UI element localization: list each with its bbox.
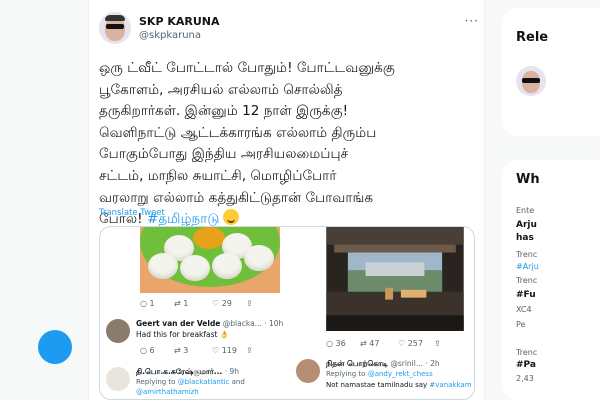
trend-headline[interactable]: Arju [516, 220, 537, 230]
reply-name-line: தி.பொ.க.சுரேஷ்குமார்... · 9h [136, 367, 239, 377]
retweet-icon[interactable]: ⇄ 1 [174, 299, 212, 308]
reply-text: Had this for breakfast 👌 [136, 330, 230, 339]
tweet-line: ஒரு ட்வீட் போட்டால் போதும்! போட்டவனுக்கு [99, 60, 395, 76]
reply-author-name: தி.பொ.க.சுரேஷ்குமார்... [136, 367, 223, 376]
avatar-hair [105, 15, 125, 21]
grinning-face-emoji-icon [223, 209, 240, 226]
tweet-line: பூகோளம், அரசியல் எல்லாம் சொல்லித் [99, 81, 343, 98]
tweet-line: சட்டம், மாநில சுயாட்சி, மொழிப்போர் [99, 167, 337, 184]
trend-count: 2,43 [516, 374, 534, 383]
trend-title[interactable]: #Fu [516, 290, 536, 300]
reply-avatar [296, 359, 320, 383]
reply-time: · 2h [425, 359, 440, 368]
avatar-sunglasses [106, 24, 124, 29]
author-display-name[interactable]: SKP KARUNA [139, 15, 220, 28]
reply-action-bar: ○ 6 ⇄ 3 ♡ 119 ⇪ [140, 346, 253, 355]
share-icon[interactable]: ⇪ [434, 339, 441, 348]
trend-subtitle: Pe [516, 320, 526, 329]
like-icon[interactable]: ♡ 257 [398, 339, 434, 348]
more-options-icon[interactable]: ··· [465, 14, 479, 28]
and-label: and [229, 378, 245, 386]
trend-category: Ente [516, 206, 535, 215]
trend-category: Trenc [516, 276, 538, 285]
idli [180, 255, 210, 281]
trend-subtitle: XC4 [516, 305, 532, 314]
relevant-people-card: Rele [502, 8, 600, 136]
reply-icon[interactable]: ○ 6 [140, 346, 174, 355]
mention-link[interactable]: @andy_rekt_chess [368, 370, 433, 378]
reply-author-handle: @srinil... [390, 359, 423, 368]
author-handle[interactable]: @skpkaruna [139, 30, 201, 41]
timeline-column: SKP KARUNA @skpkaruna ··· ஒரு ட்வீட் போட… [88, 0, 485, 400]
retweet-icon[interactable]: ⇄ 3 [174, 346, 212, 355]
tweet-line: வரலாறு எல்லாம் கத்துகிட்டுதான் போவாங்க [99, 189, 374, 206]
reply-avatar [106, 319, 130, 343]
trend-headline-cont[interactable]: has [516, 233, 534, 243]
trend-category: Trenc [516, 348, 538, 357]
hall-photo [326, 227, 464, 331]
vanakkam-hashtag-link[interactable]: #vanakkam [429, 381, 471, 389]
reply-time: · 10h [264, 319, 284, 328]
like-icon[interactable]: ♡ 119 [212, 346, 246, 355]
reply-icon[interactable]: ○ 1 [140, 299, 174, 308]
whats-happening-card: Wh Ente Arju has Trenc #Arju Trenc #Fu X… [502, 160, 600, 400]
reply-body: Not namastae tamilnadu say [326, 381, 430, 389]
whats-happening-title: Wh [516, 172, 540, 187]
trend-title[interactable]: #Pa [516, 360, 536, 370]
trend-hashtag-link[interactable]: #Arju [516, 262, 539, 271]
relevant-person-avatar[interactable] [516, 66, 546, 96]
reply-author-name: நிதன் பொற்கொடி [326, 359, 388, 368]
reply-name-line: Geert van der Velde @blacka... · 10h [136, 319, 283, 328]
reply-avatar [106, 367, 130, 391]
reply-author-handle: @blacka... [222, 319, 262, 328]
reply-replying-to: Replying to @andy_rekt_chess [326, 370, 433, 378]
reply-icon[interactable]: ○ 36 [326, 339, 360, 348]
tweet-media[interactable]: ○ 1 ⇄ 1 ♡ 29 ⇪ Geert van der Velde @blac… [99, 226, 475, 400]
chutney [193, 227, 225, 249]
media-screenshot-right[interactable]: ○ 36 ⇄ 47 ♡ 257 ⇪ நிதன் பொற்கொடி @srinil… [290, 227, 474, 399]
media-screenshot-left[interactable]: ○ 1 ⇄ 1 ♡ 29 ⇪ Geert van der Velde @blac… [100, 227, 288, 399]
reply-author-name: Geert van der Velde [136, 319, 221, 328]
mention-link[interactable]: @amirthathamizh [136, 388, 199, 396]
reply-item[interactable]: நிதன் பொற்கொடி @srinil... · 2h Replying … [296, 359, 474, 399]
replying-label: Replying to [326, 370, 368, 378]
reply-text: Not namastae tamilnadu say #vanakkam [326, 381, 472, 389]
replying-label: Replying to [136, 378, 178, 386]
compose-tweet-button[interactable] [38, 330, 72, 364]
share-icon[interactable]: ⇪ [246, 346, 253, 355]
right-sidebar: Rele Wh Ente Arju has Trenc #Arju Trenc … [502, 0, 600, 400]
idli [148, 253, 178, 279]
idli-photo [140, 227, 280, 293]
retweet-icon[interactable]: ⇄ 47 [360, 339, 398, 348]
tweet-line: போகும்போது இந்திய அரசியலமைப்புச் [99, 146, 349, 163]
mention-link[interactable]: @blackatlantic [178, 378, 230, 386]
tweet-text: ஒரு ட்வீட் போட்டால் போதும்! போட்டவனுக்கு… [99, 58, 479, 231]
relevant-people-title: Rele [516, 30, 549, 45]
share-icon[interactable]: ⇪ [246, 299, 253, 308]
like-icon[interactable]: ♡ 29 [212, 299, 246, 308]
reply-replying-to: Replying to @blackatlantic and [136, 378, 245, 386]
reply-name-line: நிதன் பொற்கொடி @srinil... · 2h [326, 359, 440, 369]
author-avatar[interactable] [99, 12, 131, 44]
tweet-line: தருகிறார்கள். இன்னும் 12 நாள் இருக்கு! [99, 103, 349, 120]
reply-time: · 9h [224, 367, 240, 376]
reply-item[interactable]: தி.பொ.க.சுரேஷ்குமார்... · 9h Replying to… [106, 367, 286, 399]
media-right-action-bar: ○ 36 ⇄ 47 ♡ 257 ⇪ [326, 339, 441, 348]
reply-item[interactable]: Geert van der Velde @blacka... · 10h Had… [106, 319, 286, 349]
idli [244, 245, 274, 271]
tweet-line: வெளிநாட்டு ஆட்டக்காரங்க எல்லாம் திரும்ப [99, 124, 377, 141]
translate-tweet-link[interactable]: Translate Tweet [99, 208, 165, 218]
media-left-action-bar: ○ 1 ⇄ 1 ♡ 29 ⇪ [140, 299, 253, 308]
tweet-header: SKP KARUNA @skpkaruna ··· [99, 12, 479, 48]
reply-replying-to-cont: @amirthathamizh [136, 388, 199, 396]
idli [212, 253, 242, 279]
trend-category: Trenc [516, 250, 538, 259]
